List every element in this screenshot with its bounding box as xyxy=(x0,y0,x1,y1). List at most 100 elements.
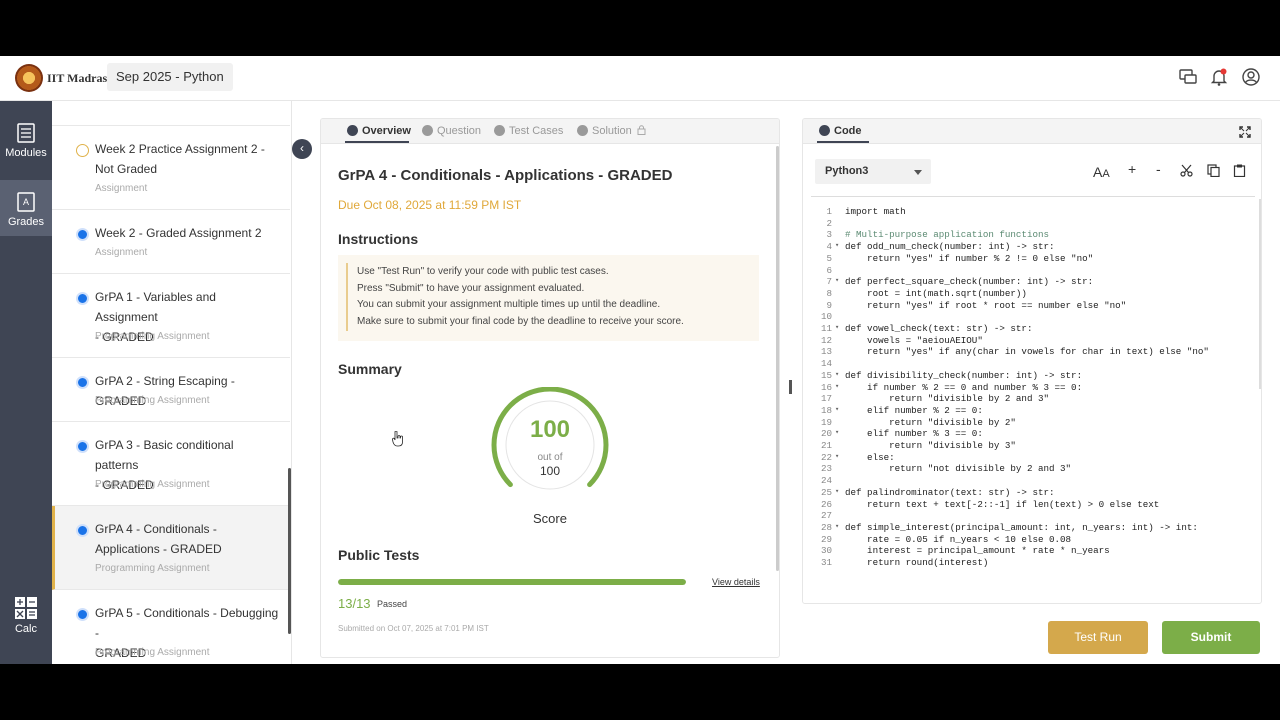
code-line[interactable]: 16 ▾ if number % 2 == 0 and number % 3 ==… xyxy=(811,382,1251,394)
instruction-line: Press "Submit" to have your assignment e… xyxy=(357,283,585,294)
code-line[interactable]: 11 ▾ def vowel_check(text: str) -> str: xyxy=(811,323,1251,335)
instructions-heading: Instructions xyxy=(338,231,419,247)
module-title: Week 2 Practice Assignment 2 - Not Graded xyxy=(95,142,265,176)
test-cases-icon xyxy=(494,125,505,136)
overview-panel: Overview Question Test Cases Solution Gr… xyxy=(320,118,780,658)
code-text: interest = principal_amount * rate * n_y… xyxy=(845,545,1110,557)
code-line[interactable]: 7 ▾ def perfect_square_check(number: int) … xyxy=(811,276,1251,288)
summary-heading: Summary xyxy=(338,361,402,377)
code-line[interactable]: 25 ▾ def palindrominator(text: str) -> str… xyxy=(811,487,1251,499)
module-item[interactable]: GrPA 1 - Variables and Assignment - GRADE… xyxy=(52,274,290,358)
rail-calc[interactable]: Calc xyxy=(0,597,52,635)
code-text: # Multi-purpose application functions xyxy=(845,229,1049,241)
tab-question[interactable]: Question xyxy=(422,125,481,137)
line-number: 7 xyxy=(826,276,832,288)
module-item-active[interactable]: GrPA 4 - Conditionals - Applications - GR… xyxy=(52,506,290,590)
code-line[interactable]: 8 root = int(math.sqrt(number)) xyxy=(811,288,1251,300)
code-line[interactable]: 5 return "yes" if number % 2 != 0 else "… xyxy=(811,253,1251,265)
zoom-out-button[interactable]: - xyxy=(1156,161,1161,177)
score-max: 100 xyxy=(539,464,561,478)
overview-scrollbar[interactable] xyxy=(776,146,779,571)
active-tab-indicator xyxy=(817,141,869,143)
fold-arrow-icon[interactable]: ▾ xyxy=(835,522,839,534)
cut-icon[interactable] xyxy=(1180,164,1193,177)
fold-arrow-icon[interactable]: ▾ xyxy=(835,428,839,440)
code-line[interactable]: 23 return "not divisible by 2 and 3" xyxy=(811,463,1251,475)
code-line[interactable]: 27 xyxy=(811,510,1251,522)
tab-test-cases[interactable]: Test Cases xyxy=(494,125,563,137)
fold-arrow-icon[interactable]: ▾ xyxy=(835,405,839,417)
line-number: 22 xyxy=(820,451,832,463)
code-line[interactable]: 3 # Multi-purpose application functions xyxy=(811,229,1251,241)
code-editor[interactable]: 1 import math 2 3 # Multi-purpose applicatio… xyxy=(811,196,1255,601)
line-number: 10 xyxy=(820,311,832,323)
course-selector[interactable]: Sep 2025 - Python xyxy=(107,63,233,91)
expand-icon[interactable] xyxy=(1239,126,1251,138)
module-item[interactable]: GrPA 3 - Basic conditional patterns - GRA… xyxy=(52,422,290,506)
code-line[interactable]: 28 ▾ def simple_interest(principal_amount:… xyxy=(811,522,1251,534)
code-line[interactable]: 15 ▾ def divisibility_check(number: int) -… xyxy=(811,370,1251,382)
view-details-link[interactable]: View details xyxy=(712,577,760,587)
code-line[interactable]: 22 ▾ else: xyxy=(811,452,1251,464)
code-text: return "divisible by 2" xyxy=(845,416,1016,428)
collapse-sidebar-button[interactable]: ‹ xyxy=(292,139,312,159)
rail-modules[interactable]: Modules xyxy=(0,123,52,159)
tab-code[interactable]: Code xyxy=(819,125,862,137)
due-date: Due Oct 08, 2025 at 11:59 PM IST xyxy=(338,198,522,212)
module-title: Week 2 - Graded Assignment 2 xyxy=(95,226,262,240)
code-line[interactable]: 10 xyxy=(811,311,1251,323)
fold-arrow-icon[interactable]: ▾ xyxy=(835,487,839,499)
line-number: 25 xyxy=(820,486,832,498)
module-list-scrollbar[interactable] xyxy=(288,468,291,634)
code-text: return "not divisible by 2 and 3" xyxy=(845,463,1072,475)
code-line[interactable]: 26 return text + text[-2::-1] if len(tex… xyxy=(811,499,1251,511)
tests-progress-fill xyxy=(338,579,686,585)
copy-icon[interactable] xyxy=(1207,164,1220,177)
code-line[interactable]: 6 xyxy=(811,265,1251,277)
tab-overview[interactable]: Overview xyxy=(347,125,411,137)
user-icon[interactable] xyxy=(1241,67,1261,87)
code-line[interactable]: 18 ▾ elif number % 2 == 0: xyxy=(811,405,1251,417)
module-item[interactable]: Week 2 Practice Assignment 2 - Not Graded… xyxy=(52,126,290,210)
module-item[interactable]: Week 2 - Graded Assignment 2 Assignment xyxy=(52,210,290,274)
font-size-button[interactable]: AA xyxy=(1093,164,1110,180)
rail-grades[interactable]: A Grades xyxy=(0,180,52,236)
code-line[interactable]: 20 ▾ elif number % 3 == 0: xyxy=(811,428,1251,440)
paste-icon[interactable] xyxy=(1233,164,1246,177)
submit-button[interactable]: Submit xyxy=(1162,621,1260,654)
code-line[interactable]: 1 import math xyxy=(811,206,1251,218)
zoom-in-button[interactable]: + xyxy=(1128,161,1136,177)
code-line[interactable]: 2 xyxy=(811,218,1251,230)
code-text: def palindrominator(text: str) -> str: xyxy=(845,486,1055,498)
fold-arrow-icon[interactable]: ▾ xyxy=(835,276,839,288)
module-item[interactable]: GrPA 2 - String Escaping - GRADED Progra… xyxy=(52,358,290,422)
code-line[interactable]: 30 interest = principal_amount * rate * … xyxy=(811,545,1251,557)
fold-arrow-icon[interactable]: ▾ xyxy=(835,241,839,253)
code-line[interactable]: 24 xyxy=(811,475,1251,487)
code-line[interactable]: 31 return round(interest) xyxy=(811,557,1251,569)
code-line[interactable]: 12 vowels = "aeiouAEIOU" xyxy=(811,335,1251,347)
language-select[interactable]: Python3 xyxy=(815,159,931,184)
fold-arrow-icon[interactable]: ▾ xyxy=(835,323,839,335)
code-line[interactable]: 9 return "yes" if root * root == number … xyxy=(811,300,1251,312)
code-line[interactable]: 29 rate = 0.05 if n_years < 10 else 0.08 xyxy=(811,534,1251,546)
code-line[interactable]: 21 return "divisible by 3" xyxy=(811,440,1251,452)
editor-scrollbar[interactable] xyxy=(1259,199,1261,389)
bell-icon[interactable] xyxy=(1209,67,1229,87)
chat-icon[interactable] xyxy=(1178,67,1198,87)
code-line[interactable]: 4 ▾ def odd_num_check(number: int) -> str: xyxy=(811,241,1251,253)
code-line[interactable]: 13 return "yes" if any(char in vowels fo… xyxy=(811,346,1251,358)
code-line[interactable]: 19 return "divisible by 2" xyxy=(811,417,1251,429)
module-subtitle: Programming Assignment xyxy=(95,647,210,658)
module-item[interactable]: GrPA 5 - Conditionals - Debugging - GRADE… xyxy=(52,590,290,664)
fold-arrow-icon[interactable]: ▾ xyxy=(835,452,839,464)
fold-arrow-icon[interactable]: ▾ xyxy=(835,370,839,382)
fold-arrow-icon[interactable]: ▾ xyxy=(835,382,839,394)
panel-resize-handle[interactable] xyxy=(789,380,792,394)
code-line[interactable]: 17 return "divisible by 2 and 3" xyxy=(811,393,1251,405)
module-list-top xyxy=(52,101,290,126)
code-line[interactable]: 14 xyxy=(811,358,1251,370)
test-run-button[interactable]: Test Run xyxy=(1048,621,1148,654)
tab-solution[interactable]: Solution xyxy=(577,125,646,137)
score-label: Score xyxy=(533,511,567,526)
